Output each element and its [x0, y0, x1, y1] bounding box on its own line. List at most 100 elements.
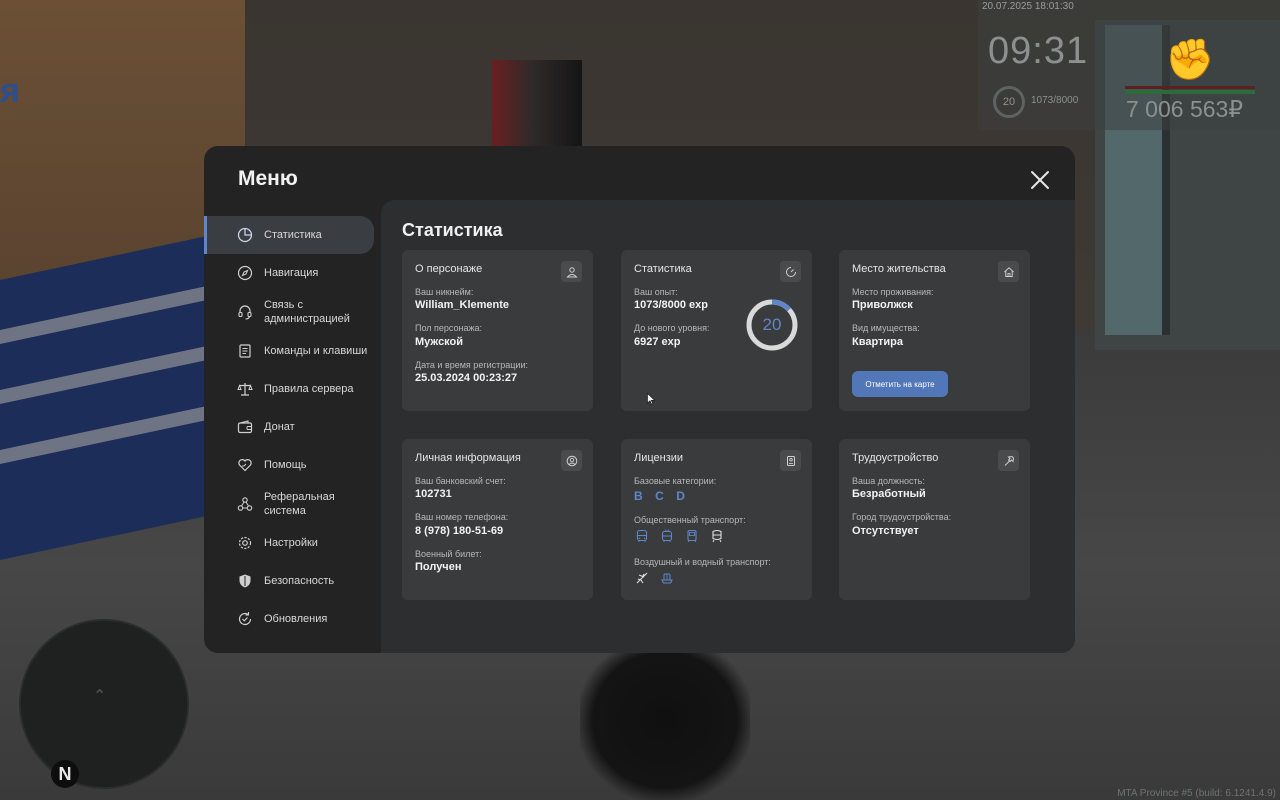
train-icon	[708, 527, 725, 544]
sidebar-item-commands[interactable]: Команды и клавиши	[204, 332, 376, 370]
hud-armor-bar	[1125, 90, 1255, 94]
license-categories: B C D	[634, 487, 693, 505]
exp-value: 1073/8000 exp	[634, 299, 709, 311]
users-network-icon	[237, 496, 253, 512]
sidebar-item-label: Донат	[264, 421, 295, 433]
card-title: Личная информация	[415, 452, 521, 464]
nickname-label: Ваш никнейм:	[415, 287, 474, 297]
sidebar-item-label: Навигация	[264, 267, 319, 279]
wallet-icon	[237, 419, 253, 435]
person-icon	[565, 266, 578, 277]
sidebar-item-label: Правила сервера	[264, 383, 354, 395]
sidebar-item-navigation[interactable]: Навигация	[204, 254, 376, 292]
bg-vending-machine	[492, 60, 582, 150]
residence-place-value: Приволжск	[852, 299, 913, 311]
gauge-icon	[785, 266, 796, 277]
airplane-icon	[633, 569, 650, 586]
gender-value: Мужской	[415, 336, 464, 348]
sidebar-item-donate[interactable]: Донат	[204, 408, 376, 446]
north-indicator: N	[51, 760, 79, 788]
card-title: Трудоустройство	[852, 452, 939, 464]
registration-value: 25.03.2024 00:23:27	[415, 372, 518, 384]
military-value: Получен	[415, 561, 462, 573]
bus-icon	[633, 527, 650, 544]
registration-label: Дата и время регистрации:	[415, 360, 528, 370]
exp-label: Ваш опыт:	[634, 287, 678, 297]
hammer-icon	[1004, 455, 1014, 466]
sidebar-item-settings[interactable]: Настройки	[204, 524, 376, 562]
tram-icon	[683, 527, 700, 544]
player-arrow-icon: ⌃	[93, 688, 107, 705]
license-category-d: D	[676, 489, 685, 503]
hud-time: 09:31	[988, 30, 1089, 72]
gender-label: Пол персонажа:	[415, 323, 483, 333]
pie-chart-icon	[237, 227, 253, 243]
card-employment: Трудоустройство Ваша должность: Безработ…	[839, 439, 1030, 600]
user-circle-icon	[566, 455, 577, 466]
sidebar-item-help[interactable]: Помощь	[204, 446, 376, 484]
level-value: 20	[762, 315, 782, 334]
card-residence: Место жительства Место проживания: Приво…	[839, 250, 1030, 411]
trolleybus-icon	[658, 527, 675, 544]
statistics-button[interactable]	[780, 261, 801, 282]
sidebar-item-referral[interactable]: Реферальная система	[204, 484, 376, 524]
sidebar-item-statistics[interactable]: Статистика	[204, 216, 374, 254]
hud-level: 20	[993, 86, 1025, 118]
next-level-value: 6927 exp	[634, 336, 681, 348]
scales-icon	[237, 381, 253, 397]
phone-label: Ваш номер телефона:	[415, 512, 509, 522]
license-category-c: C	[655, 489, 664, 503]
document-icon	[237, 343, 253, 359]
card-title: О персонаже	[415, 263, 483, 275]
build-info: MTA Province #5 (build: 6.1241.4.9)	[1117, 788, 1276, 799]
license-category-b: B	[634, 489, 643, 503]
sidebar: Статистика Навигация Связь с администрац…	[204, 216, 376, 638]
content-panel: Статистика О персонаже Ваш никнейм: Will…	[381, 200, 1075, 653]
employment-button[interactable]	[998, 450, 1019, 471]
residence-button[interactable]	[998, 261, 1019, 282]
position-value: Безработный	[852, 488, 926, 500]
card-title: Статистика	[634, 263, 692, 275]
gear-icon	[237, 535, 253, 551]
bank-account-label: Ваш банковский счет:	[415, 476, 506, 486]
job-city-label: Город трудоустройства:	[852, 512, 952, 522]
sidebar-item-rules[interactable]: Правила сервера	[204, 370, 376, 408]
hud-health-bar	[1125, 86, 1255, 89]
next-level-label: До нового уровня:	[634, 323, 710, 333]
sidebar-item-label: Команды и клавиши	[264, 345, 368, 357]
card-title: Лицензии	[634, 452, 684, 464]
hud-money: 7 006 563₽	[1126, 96, 1243, 122]
public-transport-icons	[633, 527, 725, 544]
personal-info-button[interactable]	[561, 450, 582, 471]
sidebar-item-label: Настройки	[264, 537, 318, 549]
id-card-icon	[786, 455, 795, 466]
close-icon	[1031, 171, 1049, 189]
card-statistics: Статистика Ваш опыт: 1073/8000 exp До но…	[621, 250, 812, 411]
nickname-value: William_Klemente	[415, 299, 510, 311]
bg-player-character	[580, 640, 750, 800]
fist-icon: ✊	[1165, 38, 1215, 82]
licenses-button[interactable]	[780, 450, 801, 471]
base-categories-label: Базовые категории:	[634, 476, 717, 486]
boat-icon	[658, 569, 675, 586]
menu-window: Меню Статистика Навигация Связь с админи…	[204, 146, 1075, 653]
property-label: Вид имущества:	[852, 323, 920, 333]
card-personal-info: Личная информация Ваш банковский счет: 1…	[402, 439, 593, 600]
sidebar-item-updates[interactable]: Обновления	[204, 600, 376, 638]
card-licenses: Лицензии Базовые категории: B C D Общест…	[621, 439, 812, 600]
house-icon	[1003, 266, 1014, 277]
close-button[interactable]	[1026, 166, 1054, 194]
headset-icon	[237, 304, 253, 320]
character-button[interactable]	[561, 261, 582, 282]
military-label: Военный билет:	[415, 549, 482, 559]
air-water-transport-label: Воздушный и водный транспорт:	[634, 557, 771, 567]
sidebar-item-security[interactable]: Безопасность	[204, 562, 376, 600]
phone-value: 8 (978) 180-51-69	[415, 525, 504, 537]
card-title: Место жительства	[852, 263, 946, 275]
sidebar-item-admin-contact[interactable]: Связь с администрацией	[204, 292, 376, 332]
compass-icon	[237, 265, 253, 281]
menu-title: Меню	[238, 167, 298, 190]
mark-on-map-button[interactable]: Отметить на карте	[852, 371, 948, 397]
air-water-transport-icons	[633, 569, 675, 586]
refresh-icon	[237, 611, 253, 627]
